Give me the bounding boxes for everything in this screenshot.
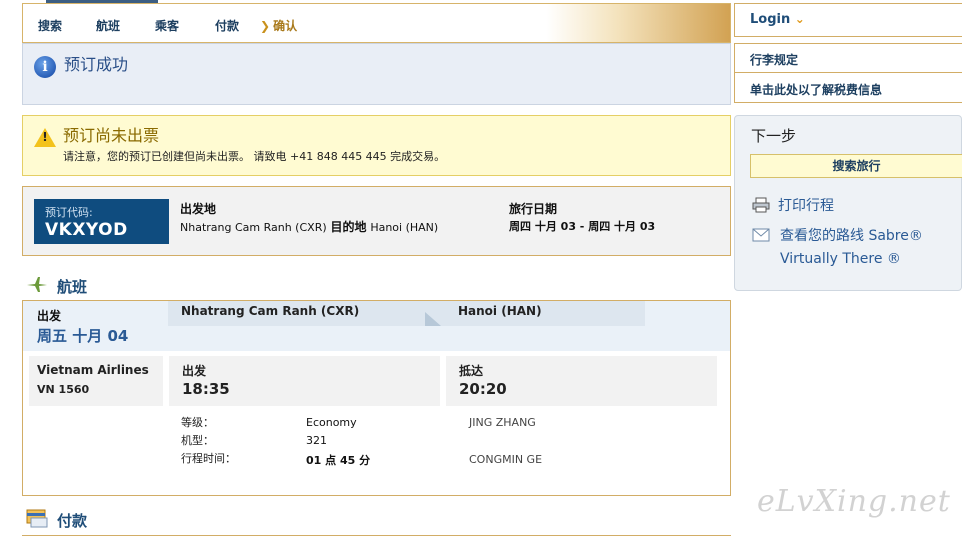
departure-cell: 出发 18:35: [169, 356, 440, 406]
ticket-warning: ! 预订尚未出票 请注意，您的预订已创建但尚未出票。 请致电 +41 848 4…: [22, 115, 731, 176]
class-label: 等级：: [181, 416, 214, 429]
payment-card-icon: [26, 508, 48, 528]
flights-section-title: 航班: [57, 278, 88, 296]
flight-date: 周五 十月 04: [37, 327, 129, 345]
aircraft-value: 321: [306, 434, 327, 447]
flight-panel: 出发 周五 十月 04 Nhatrang Cam Ranh (CXR) Hano…: [22, 300, 731, 496]
step-confirm: ❯ 确认: [260, 17, 297, 34]
login-box: Login ⌄: [734, 3, 962, 37]
payment-section-title: 付款: [57, 512, 88, 530]
login-link[interactable]: Login ⌄: [750, 12, 805, 27]
route-from: Nhatrang Cam Ranh (CXR): [181, 304, 360, 318]
airplane-icon: [25, 274, 49, 294]
class-value: Economy: [306, 416, 357, 429]
arrival-label: 抵达: [459, 364, 484, 378]
passenger-1: JING ZHANG: [469, 416, 536, 429]
next-steps-title: 下一步: [751, 127, 797, 145]
print-itinerary-link[interactable]: 打印行程: [778, 195, 834, 215]
chevron-right-icon: ❯: [260, 19, 271, 33]
duration-label: 行程时间：: [181, 452, 236, 465]
travel-date-value: 周四 十月 03 - 周四 十月 03: [509, 220, 656, 233]
printer-icon: [752, 197, 770, 213]
booking-summary: 预订代码: VKXYOD 出发地 Nhatrang Cam Ranh (CXR)…: [22, 186, 731, 256]
login-label: Login: [750, 12, 791, 27]
airline-cell: Vietnam Airlines VN 1560: [29, 356, 163, 406]
info-links: 行李规定 单击此处以了解税费信息: [734, 43, 962, 103]
airline-name: Vietnam Airlines: [37, 363, 149, 377]
chevron-down-icon: ⌄: [794, 12, 805, 26]
warning-icon-mark: !: [42, 130, 48, 144]
origin-label: 出发地: [180, 202, 217, 216]
search-travel-button[interactable]: 搜索旅行: [750, 154, 962, 178]
step-search[interactable]: 搜索: [38, 17, 62, 34]
warning-text: 请注意，您的预订已创建但尚未出票。 请致电 +41 848 445 445 完成…: [63, 150, 446, 163]
step-payment[interactable]: 付款: [215, 17, 239, 34]
booking-code: VKXYOD: [45, 220, 128, 240]
next-steps-panel: 下一步 搜索旅行 打印行程 查看您的路线 Sabre® Virtually Th…: [734, 115, 962, 291]
travel-date-label: 旅行日期: [509, 202, 558, 216]
departure-time: 18:35: [182, 380, 230, 398]
view-route-line2: Virtually There ®: [780, 251, 901, 267]
success-title: 预订成功: [64, 55, 129, 74]
flight-number: VN 1560: [37, 383, 90, 396]
route-line: Nhatrang Cam Ranh (CXR) 目的地 Hanoi (HAN): [180, 218, 438, 235]
baggage-rules-link[interactable]: 行李规定: [750, 51, 798, 68]
arrival-cell: 抵达 20:20: [446, 356, 717, 406]
booking-code-label: 预订代码:: [45, 206, 93, 219]
destination-value: Hanoi (HAN): [370, 221, 439, 234]
arrival-time: 20:20: [459, 380, 507, 398]
warning-title: 预订尚未出票: [63, 126, 160, 145]
passenger-2: CONGMIN GE: [469, 453, 543, 466]
origin-value: Nhatrang Cam Ranh (CXR): [180, 221, 327, 234]
aircraft-label: 机型：: [181, 434, 214, 447]
step-confirm-label: 确认: [273, 19, 298, 33]
destination-label: 目的地: [330, 220, 367, 234]
view-route-link[interactable]: 查看您的路线 Sabre® Virtually There ®: [780, 225, 923, 267]
depart-label: 出发: [37, 309, 62, 323]
tax-info-link[interactable]: 单击此处以了解税费信息: [750, 81, 882, 98]
step-flights[interactable]: 航班: [96, 17, 120, 34]
duration-value: 01 点 45 分: [306, 454, 371, 467]
envelope-icon: [752, 228, 770, 242]
view-route-line1: 查看您的路线 Sabre®: [780, 228, 923, 244]
booking-code-box: 预订代码: VKXYOD: [34, 199, 169, 244]
departure-label: 出发: [182, 364, 207, 378]
links-divider: [735, 72, 962, 73]
watermark: eLvXing.net: [757, 484, 951, 519]
step-navigation: 搜索 航班 乘客 付款 ❯ 确认: [22, 3, 731, 43]
success-message: i 预订成功: [22, 43, 731, 105]
info-icon: i: [34, 56, 56, 78]
step-passengers[interactable]: 乘客: [155, 17, 179, 34]
route-arrow-icon: [425, 312, 441, 326]
route-to: Hanoi (HAN): [458, 304, 542, 318]
